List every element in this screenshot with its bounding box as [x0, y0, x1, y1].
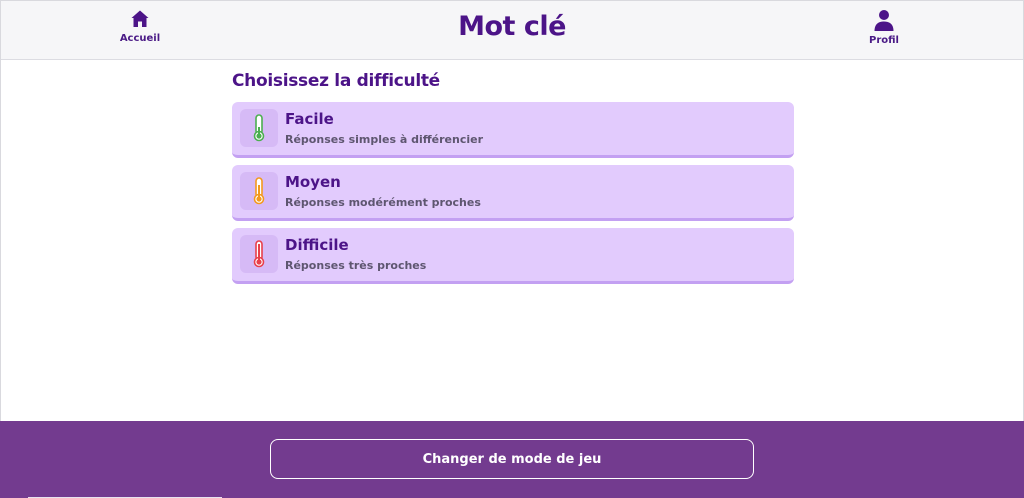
- difficulty-list: Facile Réponses simples à différencier M…: [232, 102, 794, 291]
- difficulty-description: Réponses très proches: [285, 259, 427, 272]
- difficulty-hard-option[interactable]: Difficile Réponses très proches: [232, 228, 794, 284]
- user-icon: [874, 10, 894, 31]
- difficulty-description: Réponses simples à différencier: [285, 133, 483, 146]
- page: Accueil Mot clé Profil Choisissez la dif…: [0, 0, 1024, 498]
- top-bar: Accueil Mot clé Profil: [1, 1, 1023, 60]
- bottom-bar: Changer de mode de jeu: [0, 421, 1024, 498]
- change-game-mode-button[interactable]: Changer de mode de jeu: [270, 439, 754, 479]
- difficulty-medium-option[interactable]: Moyen Réponses modérément proches: [232, 165, 794, 221]
- thermometer-low-icon: [240, 109, 278, 147]
- thermometer-medium-icon: [240, 172, 278, 210]
- difficulty-description: Réponses modérément proches: [285, 196, 481, 209]
- difficulty-name: Moyen: [285, 173, 341, 191]
- difficulty-name: Difficile: [285, 236, 349, 254]
- profile-button[interactable]: Profil: [849, 9, 919, 55]
- difficulty-easy-option[interactable]: Facile Réponses simples à différencier: [232, 102, 794, 158]
- difficulty-name: Facile: [285, 110, 334, 128]
- thermometer-high-icon: [240, 235, 278, 273]
- profile-label: Profil: [869, 35, 899, 46]
- section-title: Choisissez la difficulté: [232, 71, 440, 91]
